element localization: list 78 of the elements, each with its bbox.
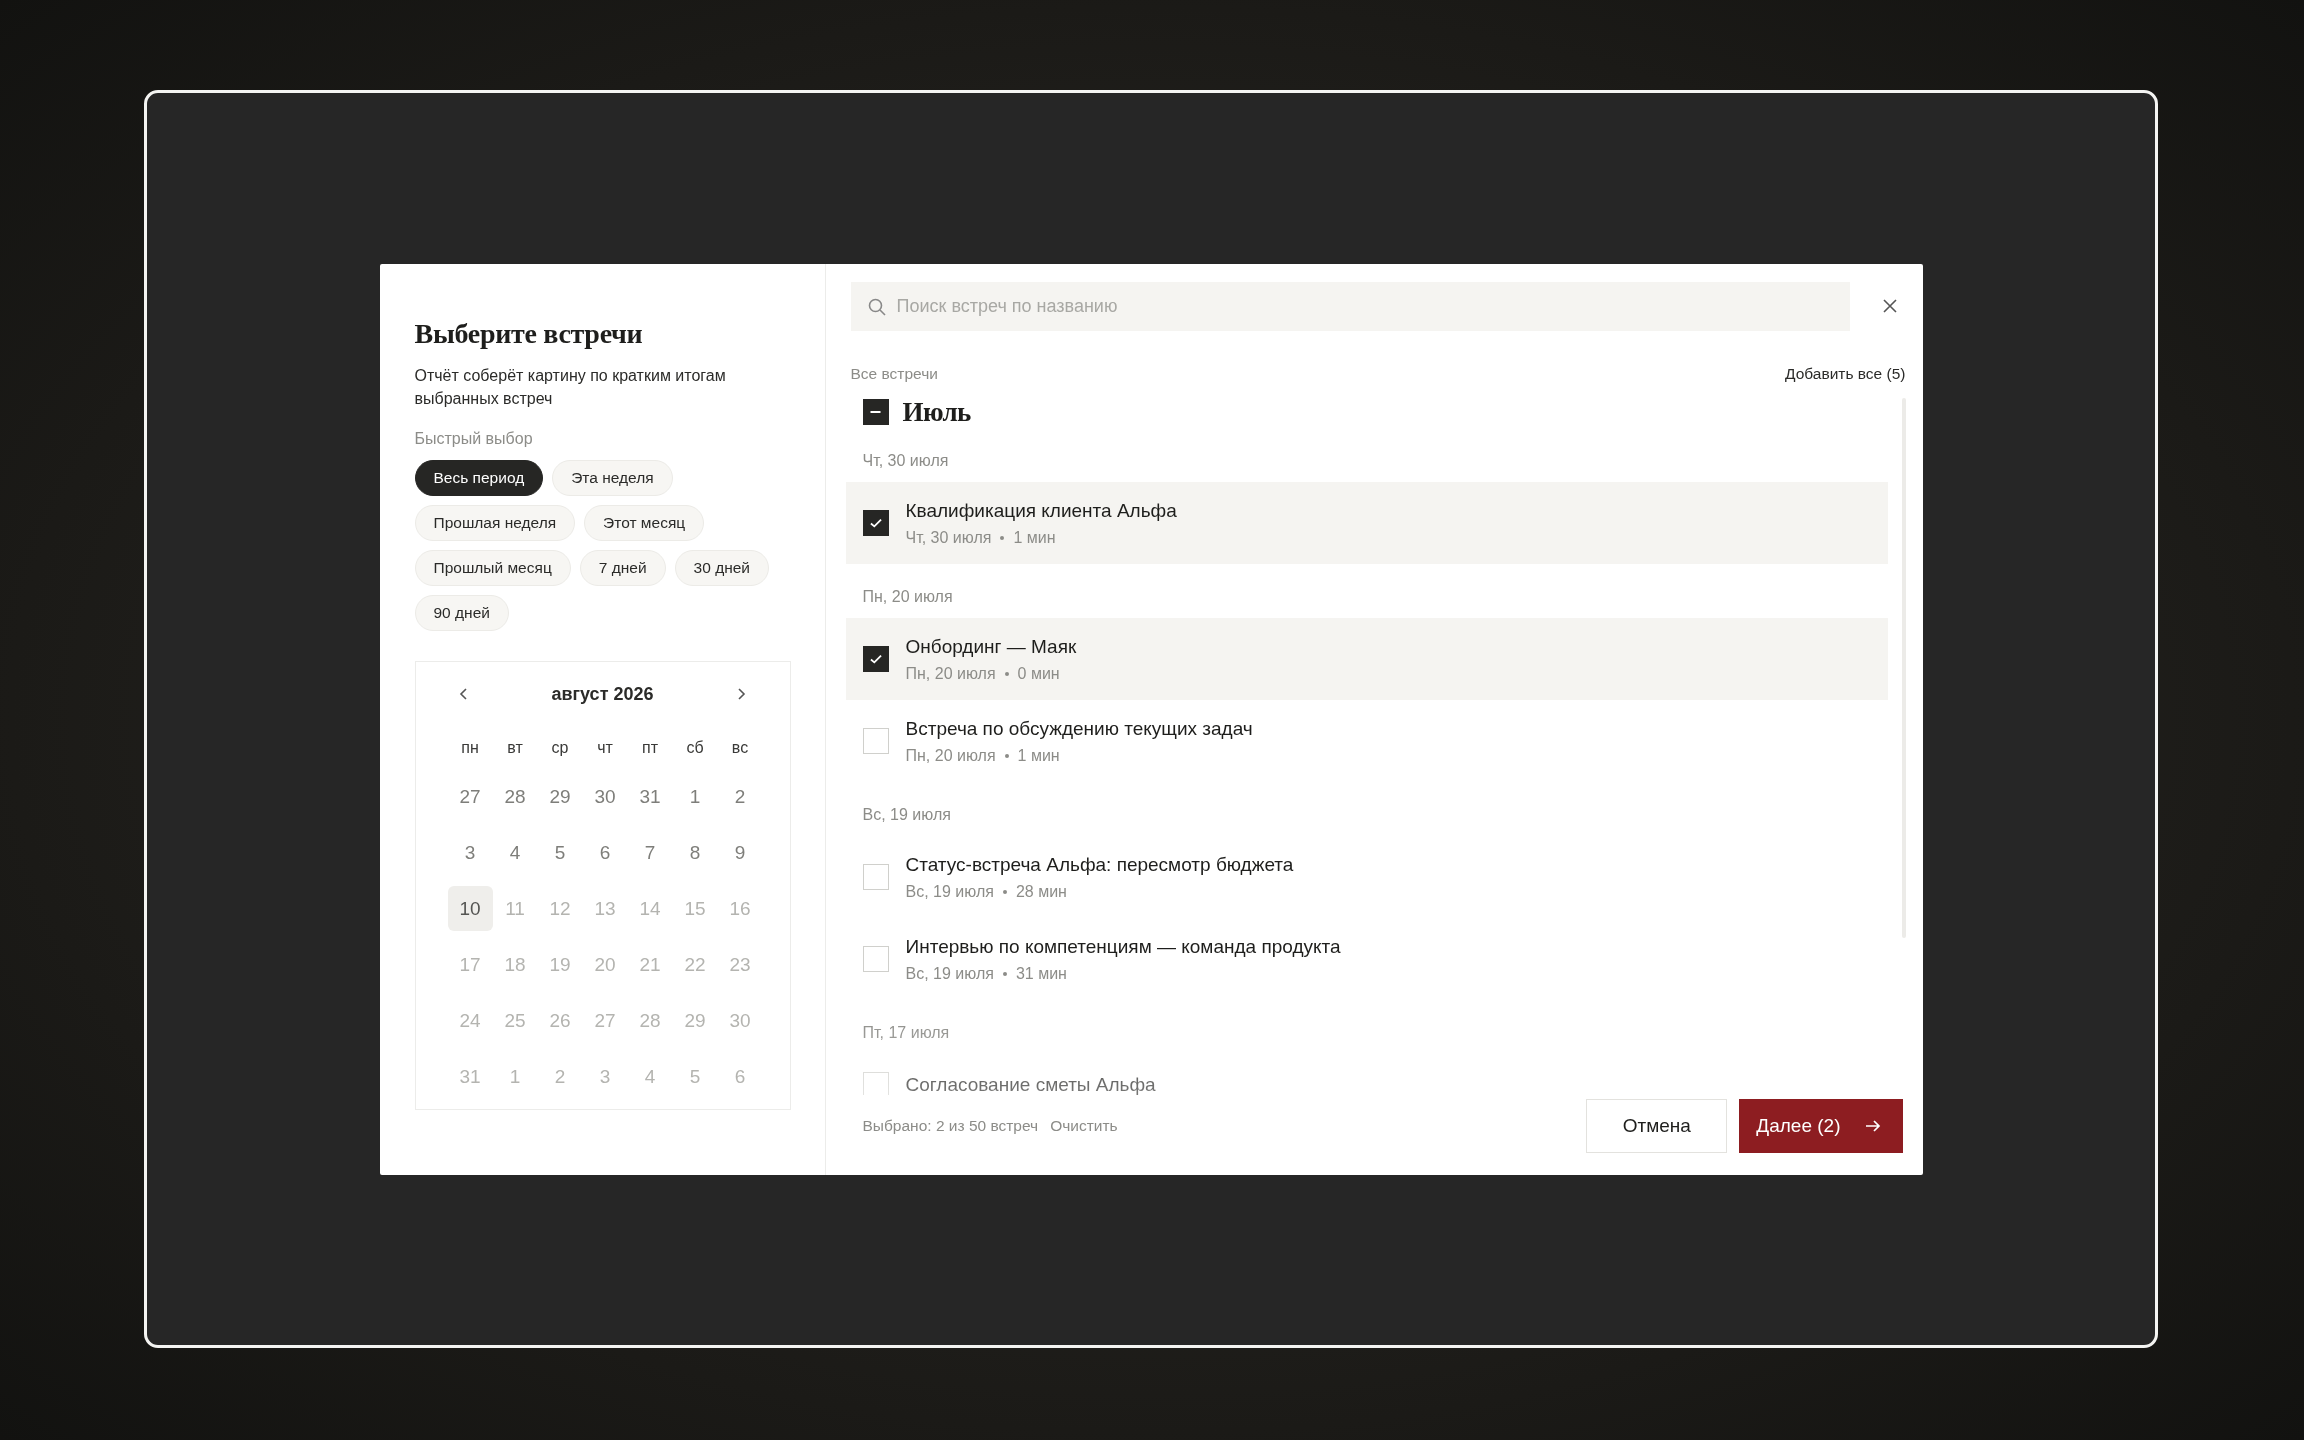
weekday-label: вс	[730, 738, 750, 758]
date-heading: Пн, 20 июля	[861, 586, 954, 607]
cancel-button[interactable]: Отмена	[1586, 1098, 1728, 1153]
range-chip[interactable]: 90 дней	[414, 594, 509, 631]
range-chip[interactable]: Весь период	[414, 459, 544, 496]
minus-icon	[870, 411, 881, 413]
range-chip[interactable]: Эта неделя	[552, 459, 673, 496]
calendar-day[interactable]: 2	[717, 773, 763, 819]
separator-dot	[1002, 889, 1007, 894]
meeting-duration: 0 мин	[1017, 664, 1060, 683]
quick-select-label: Быстрый выбор	[414, 429, 534, 448]
meeting-row[interactable]: Встреча по обсуждению текущих задач Пн, 20 июля 1 мин	[845, 699, 1888, 782]
meeting-checkbox[interactable]	[862, 510, 889, 536]
weekday-label: чт	[596, 738, 614, 758]
meeting-date: Вс, 19 июля	[905, 964, 994, 983]
meeting-duration: 31 мин	[1015, 964, 1067, 983]
separator-dot	[1000, 535, 1005, 540]
range-chip[interactable]: Прошлая неделя	[414, 504, 576, 541]
date-heading: Вс, 19 июля	[861, 804, 952, 825]
range-chip[interactable]: 30 дней	[674, 549, 769, 586]
calendar-day[interactable]: 3	[447, 829, 493, 875]
weekday-label: сб	[685, 738, 705, 758]
calendar-day[interactable]: 6	[582, 829, 628, 875]
range-chip[interactable]: Прошлый месяц	[414, 549, 571, 586]
next-button[interactable]: Далее (2)	[1739, 1098, 1903, 1153]
calendar-month: август 2026	[551, 683, 654, 705]
meeting-row[interactable]: Статус-встреча Альфа: пересмотр бюджета Вс, 19 июля 28 мин	[845, 835, 1888, 918]
weekday-label: пн	[460, 738, 480, 758]
meeting-row[interactable]: Интервью по компетенциям — команда продукта Вс, 19 июля 31 мин	[845, 917, 1888, 1000]
meeting-title: Интервью по компетенциям — команда продукта	[905, 935, 1341, 958]
add-all-button[interactable]: Добавить все (5)	[1785, 364, 1906, 383]
calendar-day[interactable]: 27	[447, 773, 493, 819]
search-field[interactable]: Поиск встреч по названию	[850, 281, 1850, 331]
calendar-day[interactable]: 4	[492, 829, 538, 875]
meeting-title: Квалификация клиента Альфа	[905, 499, 1177, 522]
meeting-duration: 1 мин	[1017, 746, 1060, 765]
calendar-day[interactable]: 5	[537, 829, 583, 875]
dialog-subtitle: Отчёт соберёт картину по кратким итогам выбранных встреч	[414, 365, 727, 409]
dialog-title: Выберите встречи	[414, 317, 644, 350]
calendar-day[interactable]: 9	[717, 829, 763, 875]
separator-dot	[1004, 753, 1009, 758]
date-heading: Пт, 17 июля	[861, 1022, 951, 1043]
meeting-date: Пн, 20 июля	[905, 746, 996, 765]
weekday-label: ср	[550, 738, 570, 758]
meeting-row[interactable]: Онбординг — Маяк Пн, 20 июля 0 мин	[845, 617, 1888, 700]
date-heading: Чт, 30 июля	[861, 450, 950, 471]
range-chip[interactable]: Этот месяц	[584, 504, 705, 541]
meeting-duration: 1 мин	[1013, 528, 1056, 547]
calendar-day[interactable]: 30	[582, 773, 628, 819]
search-icon	[866, 296, 887, 317]
meeting-duration: 28 мин	[1015, 882, 1067, 901]
month-heading: Июль	[902, 396, 971, 428]
meeting-checkbox[interactable]	[862, 646, 889, 672]
clear-link[interactable]: Очистить	[1050, 1116, 1118, 1135]
separator-dot	[1004, 671, 1009, 676]
calendar-day[interactable]: 28	[492, 773, 538, 819]
meeting-date: Вс, 19 июля	[905, 882, 994, 901]
weekday-label: вт	[506, 738, 524, 758]
meeting-title: Статус-встреча Альфа: пересмотр бюджета	[905, 853, 1294, 876]
meeting-row[interactable]: Квалификация клиента Альфа Чт, 30 июля 1 мин	[845, 481, 1888, 564]
range-chip[interactable]: 7 дней	[579, 549, 666, 586]
month-checkbox[interactable]	[862, 399, 889, 425]
calendar-day[interactable]: 7	[627, 829, 673, 875]
meeting-date: Пн, 20 июля	[905, 664, 996, 683]
calendar-day[interactable]: 31	[627, 773, 673, 819]
calendar-day[interactable]: 29	[537, 773, 583, 819]
meeting-title: Согласование сметы Альфа	[905, 1073, 1156, 1095]
weekday-label: пт	[641, 738, 659, 758]
list-label: Все встречи	[850, 364, 938, 383]
calendar-day[interactable]: 1	[672, 773, 718, 819]
meeting-title: Онбординг — Маяк	[905, 635, 1077, 658]
calendar-day[interactable]: 8	[672, 829, 718, 875]
meeting-date: Чт, 30 июля	[905, 528, 992, 547]
separator-dot	[1002, 971, 1007, 976]
meeting-title: Встреча по обсуждению текущих задач	[905, 717, 1253, 740]
selection-summary: Выбрано: 2 из 50 встреч	[862, 1116, 1039, 1135]
meeting-row[interactable]: Согласование сметы Альфа	[845, 1053, 1888, 1095]
calendar-day[interactable]: 10	[447, 885, 493, 931]
